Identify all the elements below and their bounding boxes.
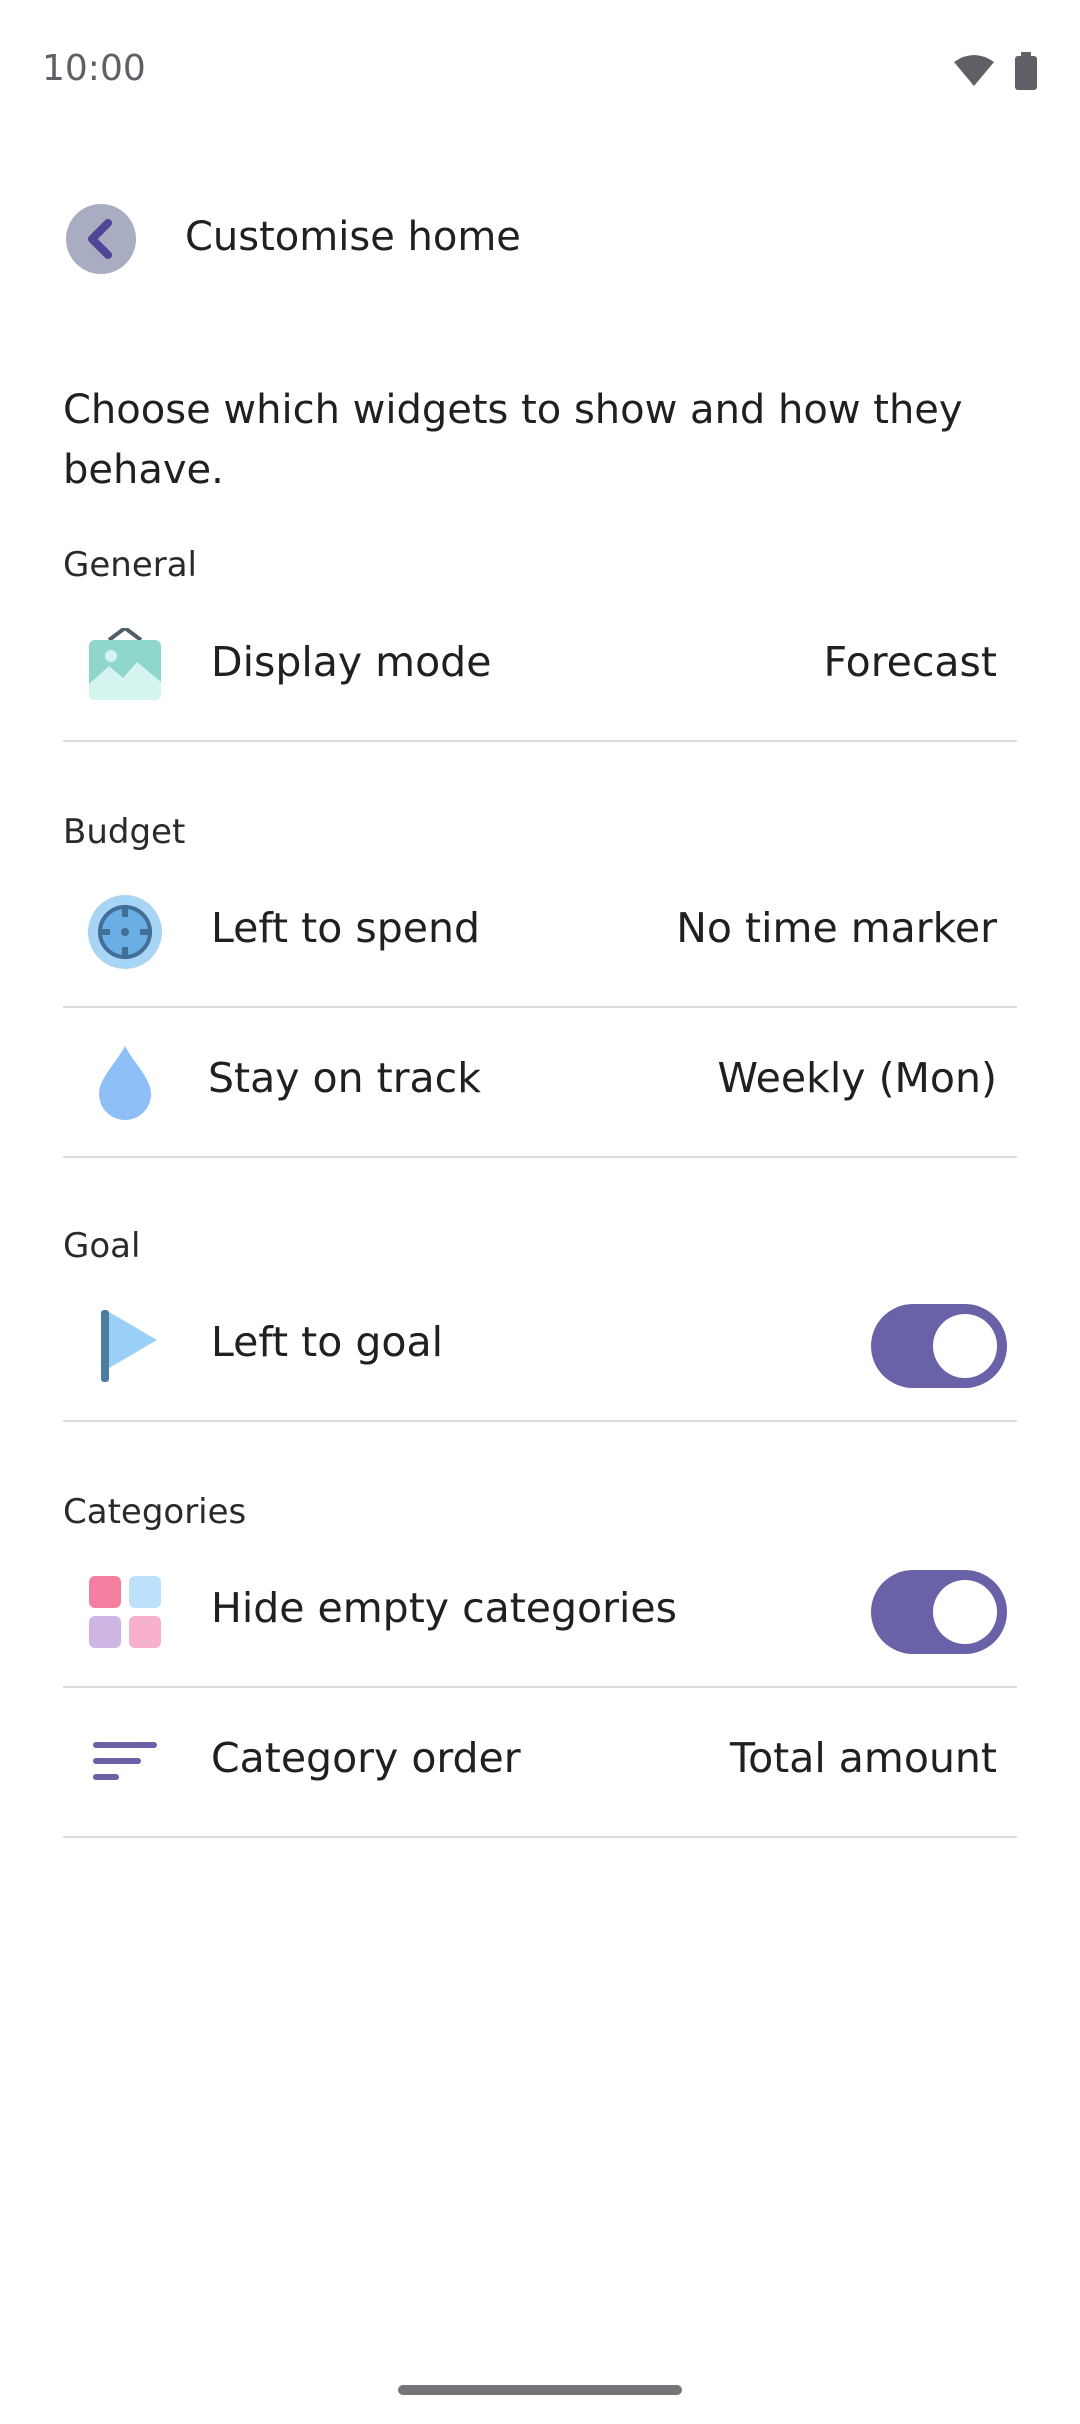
back-button[interactable] bbox=[66, 204, 136, 274]
left-to-spend-label: Left to spend bbox=[211, 904, 480, 952]
left-to-spend-row[interactable]: Left to spend No time marker bbox=[63, 858, 1017, 1008]
picture-frame-icon bbox=[87, 628, 163, 704]
water-drop-icon bbox=[87, 1044, 163, 1120]
hide-empty-categories-label: Hide empty categories bbox=[211, 1584, 677, 1632]
intro-text: Choose which widgets to show and how the… bbox=[63, 387, 963, 493]
category-order-row[interactable]: Category order Total amount bbox=[63, 1688, 1017, 1838]
wifi-icon bbox=[954, 55, 994, 86]
stay-on-track-row[interactable]: Stay on track Weekly (Mon) bbox=[63, 1008, 1017, 1158]
left-to-spend-value: No time marker bbox=[676, 904, 997, 952]
section-label-general: General bbox=[63, 545, 197, 585]
home-indicator[interactable] bbox=[398, 2385, 682, 2395]
stay-on-track-label: Stay on track bbox=[208, 1054, 481, 1102]
hide-empty-categories-toggle[interactable] bbox=[871, 1570, 1007, 1654]
target-icon bbox=[87, 894, 163, 970]
toggle-knob bbox=[933, 1314, 997, 1378]
page-title: Customise home bbox=[185, 214, 521, 260]
status-time: 10:00 bbox=[42, 48, 146, 89]
back-chevron-icon bbox=[88, 219, 112, 259]
section-label-categories: Categories bbox=[63, 1492, 247, 1532]
left-to-goal-toggle[interactable] bbox=[871, 1304, 1007, 1388]
left-to-goal-label: Left to goal bbox=[211, 1318, 443, 1366]
category-order-value: Total amount bbox=[730, 1734, 997, 1782]
section-label-goal: Goal bbox=[63, 1226, 141, 1266]
display-mode-value: Forecast bbox=[823, 638, 998, 686]
section-label-budget: Budget bbox=[63, 812, 186, 852]
left-to-goal-row: Left to goal bbox=[63, 1272, 1017, 1422]
display-mode-label: Display mode bbox=[211, 638, 492, 686]
toggle-knob bbox=[933, 1580, 997, 1644]
hide-empty-categories-row: Hide empty categories bbox=[63, 1538, 1017, 1688]
category-grid-icon bbox=[87, 1574, 163, 1650]
status-icons bbox=[954, 52, 1038, 90]
battery-icon bbox=[1015, 52, 1037, 90]
status-bar: 10:00 bbox=[0, 0, 1080, 140]
flag-icon bbox=[87, 1308, 163, 1384]
header: Customise home bbox=[0, 200, 1080, 280]
sort-lines-icon bbox=[87, 1724, 163, 1800]
display-mode-row[interactable]: Display mode Forecast bbox=[63, 592, 1017, 742]
category-order-label: Category order bbox=[211, 1734, 521, 1782]
stay-on-track-value: Weekly (Mon) bbox=[717, 1054, 997, 1102]
